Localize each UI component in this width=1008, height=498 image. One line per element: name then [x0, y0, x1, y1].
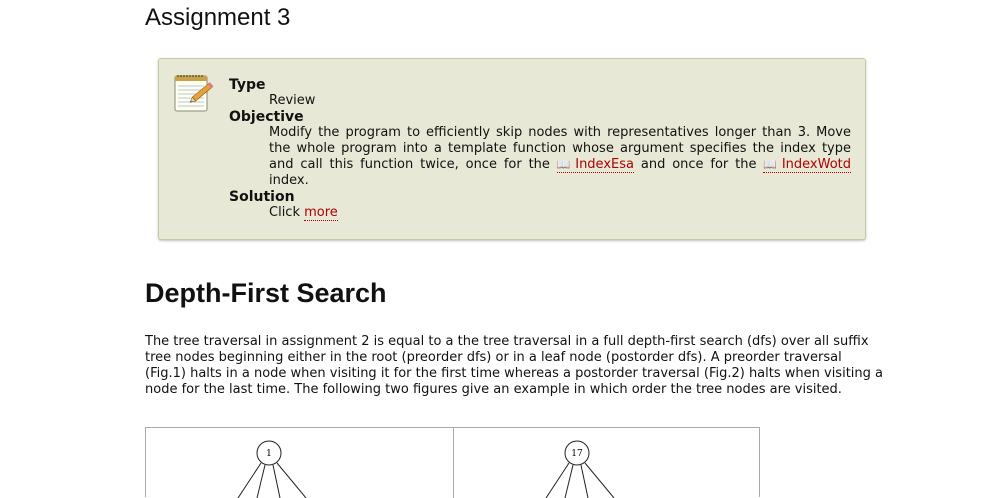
figure-2: 17: [454, 428, 761, 498]
assignment-details: Type Review Objective Modify the program…: [229, 77, 852, 221]
book-icon: 📖: [556, 158, 574, 171]
assignment-box: Type Review Objective Modify the program…: [158, 58, 866, 240]
type-value: Review: [269, 93, 316, 108]
index-wotd-label: IndexWotd: [781, 157, 852, 172]
book-icon: 📖: [763, 158, 780, 171]
type-label: Type: [229, 77, 266, 93]
solution-click-text: Click: [269, 205, 305, 220]
index-esa-link[interactable]: 📖 IndexEsa: [556, 157, 634, 173]
root-node-label: 17: [571, 449, 583, 459]
solution-text: Click more: [269, 205, 851, 221]
objective-label: Objective: [229, 109, 304, 125]
index-wotd-link[interactable]: 📖 IndexWotd: [763, 157, 852, 173]
preorder-tree-diagram: 1: [237, 440, 307, 498]
section-title: Depth-First Search: [145, 278, 387, 308]
assignment-title: Assignment 3: [145, 4, 291, 31]
section-paragraph: The tree traversal in assignment 2 is eq…: [145, 334, 883, 397]
objective-text-part3: index.: [269, 173, 309, 188]
index-esa-label: IndexEsa: [575, 157, 634, 172]
figure-table: 1 17: [145, 427, 761, 498]
postorder-tree-diagram: 17: [545, 440, 615, 498]
solution-more-link[interactable]: more: [304, 205, 338, 221]
solution-label: Solution: [229, 189, 295, 205]
notepad-pencil-icon: [174, 75, 214, 112]
objective-text-part2: and once for the: [633, 157, 764, 172]
figure-1: 1: [146, 428, 454, 498]
objective-text: Modify the program to efficiently skip n…: [269, 125, 852, 189]
root-node-label: 1: [266, 449, 272, 459]
